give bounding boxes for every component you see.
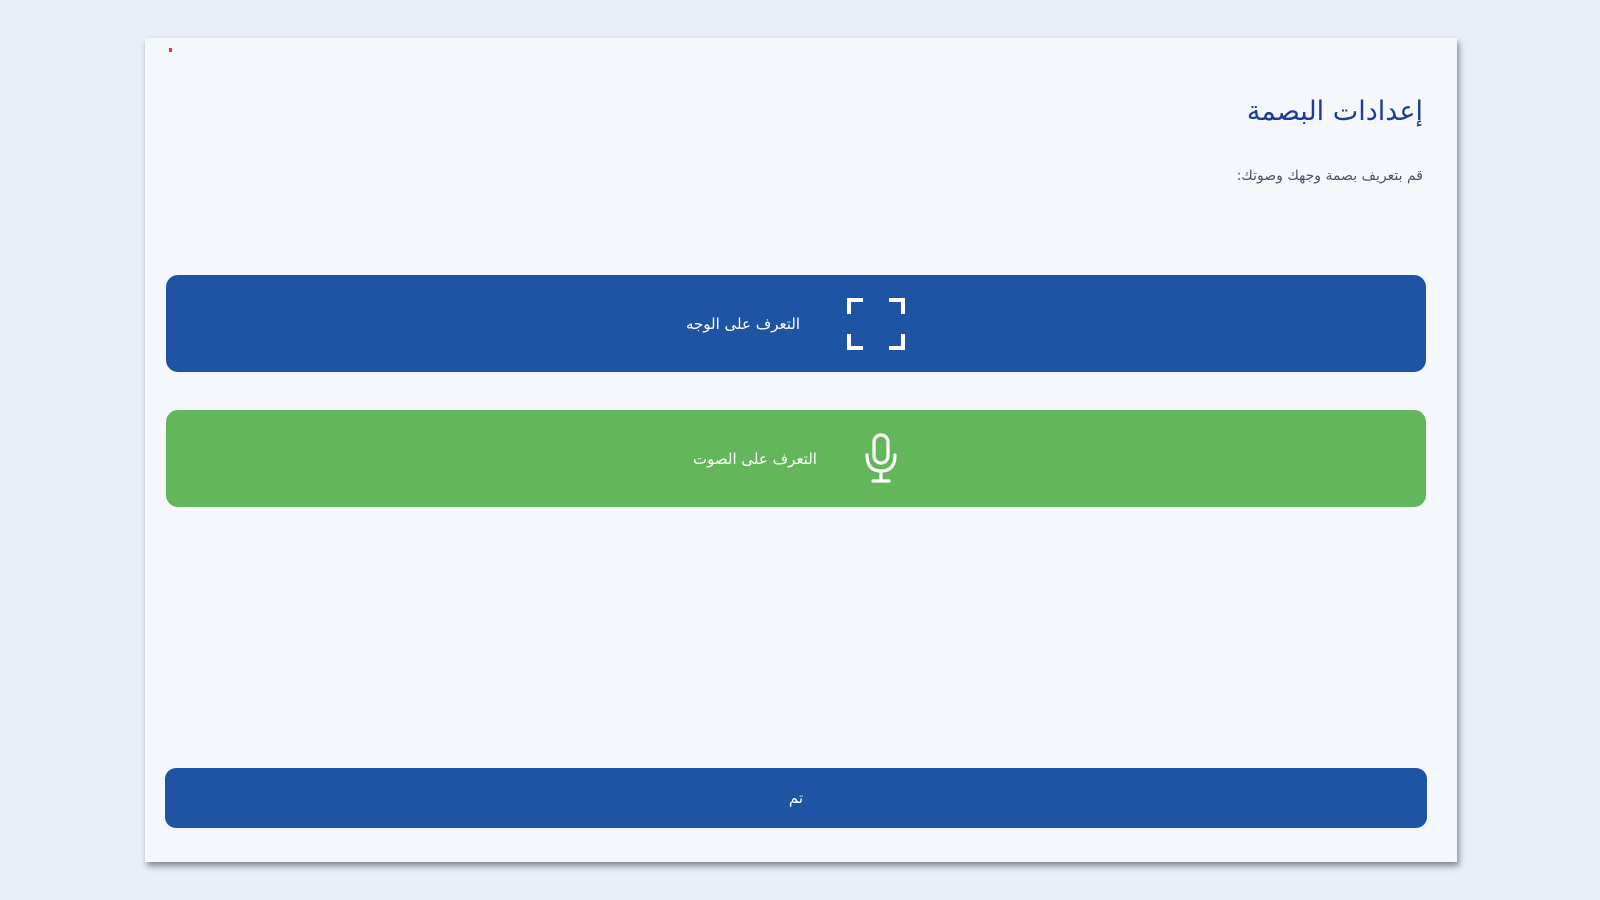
face-recognition-label: التعرف على الوجه xyxy=(685,314,801,333)
voice-recognition-label: التعرف على الصوت xyxy=(693,449,817,468)
done-button[interactable]: تم xyxy=(165,768,1427,828)
status-indicator xyxy=(169,48,172,52)
microphone-icon xyxy=(863,432,899,485)
face-scan-frame-icon xyxy=(846,297,906,351)
voice-recognition-button[interactable]: التعرف على الصوت xyxy=(166,410,1426,507)
page-title: إعدادات البصمة xyxy=(1246,96,1423,127)
face-recognition-button[interactable]: التعرف على الوجه xyxy=(166,275,1426,372)
page-subtitle: قم بتعريف بصمة وجهك وصوتك: xyxy=(1236,168,1423,184)
app-window: إعدادات البصمة قم بتعريف بصمة وجهك وصوتك… xyxy=(145,38,1457,862)
done-button-label: تم xyxy=(788,789,804,807)
